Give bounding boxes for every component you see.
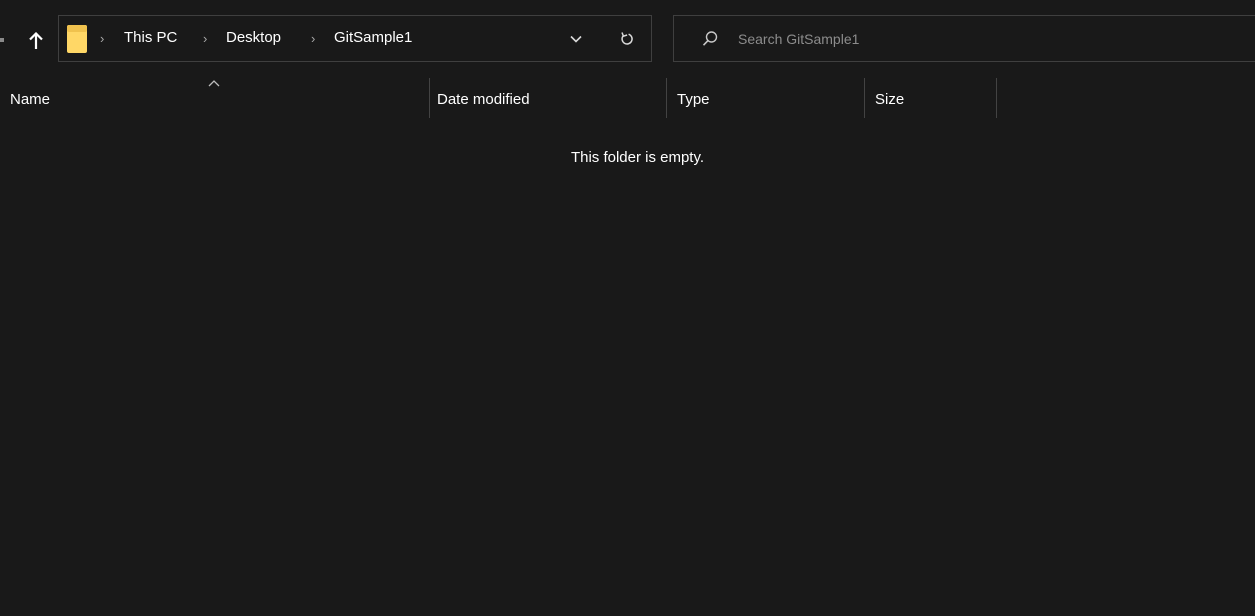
window-edge (0, 38, 4, 42)
column-label-type: Type (677, 91, 710, 108)
search-input[interactable] (738, 26, 1218, 52)
column-label-name: Name (10, 91, 51, 108)
column-label-size: Size (875, 91, 905, 108)
breadcrumb-separator-icon[interactable]: › (203, 29, 207, 49)
file-list-area[interactable]: This folder is empty. (0, 118, 1255, 616)
column-header-row: Name Date modified Type Size (0, 78, 1255, 118)
sort-ascending-icon (208, 80, 220, 87)
column-header-size[interactable]: Size (865, 78, 996, 118)
arrow-up-icon (29, 32, 43, 49)
column-header-name[interactable]: Name (0, 78, 429, 118)
address-history-dropdown[interactable] (565, 28, 587, 50)
column-header-type[interactable]: Type (667, 78, 864, 118)
column-header-date-modified[interactable]: Date modified (430, 78, 666, 118)
search-box[interactable] (673, 15, 1255, 62)
search-icon (702, 31, 718, 46)
breadcrumb-desktop[interactable]: Desktop (226, 28, 281, 48)
breadcrumb-separator-icon[interactable]: › (311, 29, 315, 49)
breadcrumb-gitsample1[interactable]: GitSample1 (334, 28, 412, 48)
folder-icon (67, 25, 87, 53)
address-toolbar: › This PC › Desktop › GitSample1 (0, 0, 1255, 78)
window: › This PC › Desktop › GitSample1 Search … (0, 0, 1259, 616)
empty-folder-message: This folder is empty. (570, 149, 705, 166)
column-label-date-modified: Date modified (437, 91, 530, 108)
address-bar[interactable]: › This PC › Desktop › GitSample1 (58, 15, 652, 62)
up-button[interactable] (22, 26, 50, 56)
breadcrumb-this-pc[interactable]: This PC (124, 28, 177, 48)
chevron-down-icon (570, 35, 582, 43)
file-explorer: › This PC › Desktop › GitSample1 Search … (0, 0, 1255, 616)
refresh-button[interactable] (616, 28, 638, 50)
column-divider[interactable] (996, 78, 997, 118)
breadcrumb-separator-icon: › (100, 31, 105, 46)
refresh-icon (621, 32, 633, 45)
